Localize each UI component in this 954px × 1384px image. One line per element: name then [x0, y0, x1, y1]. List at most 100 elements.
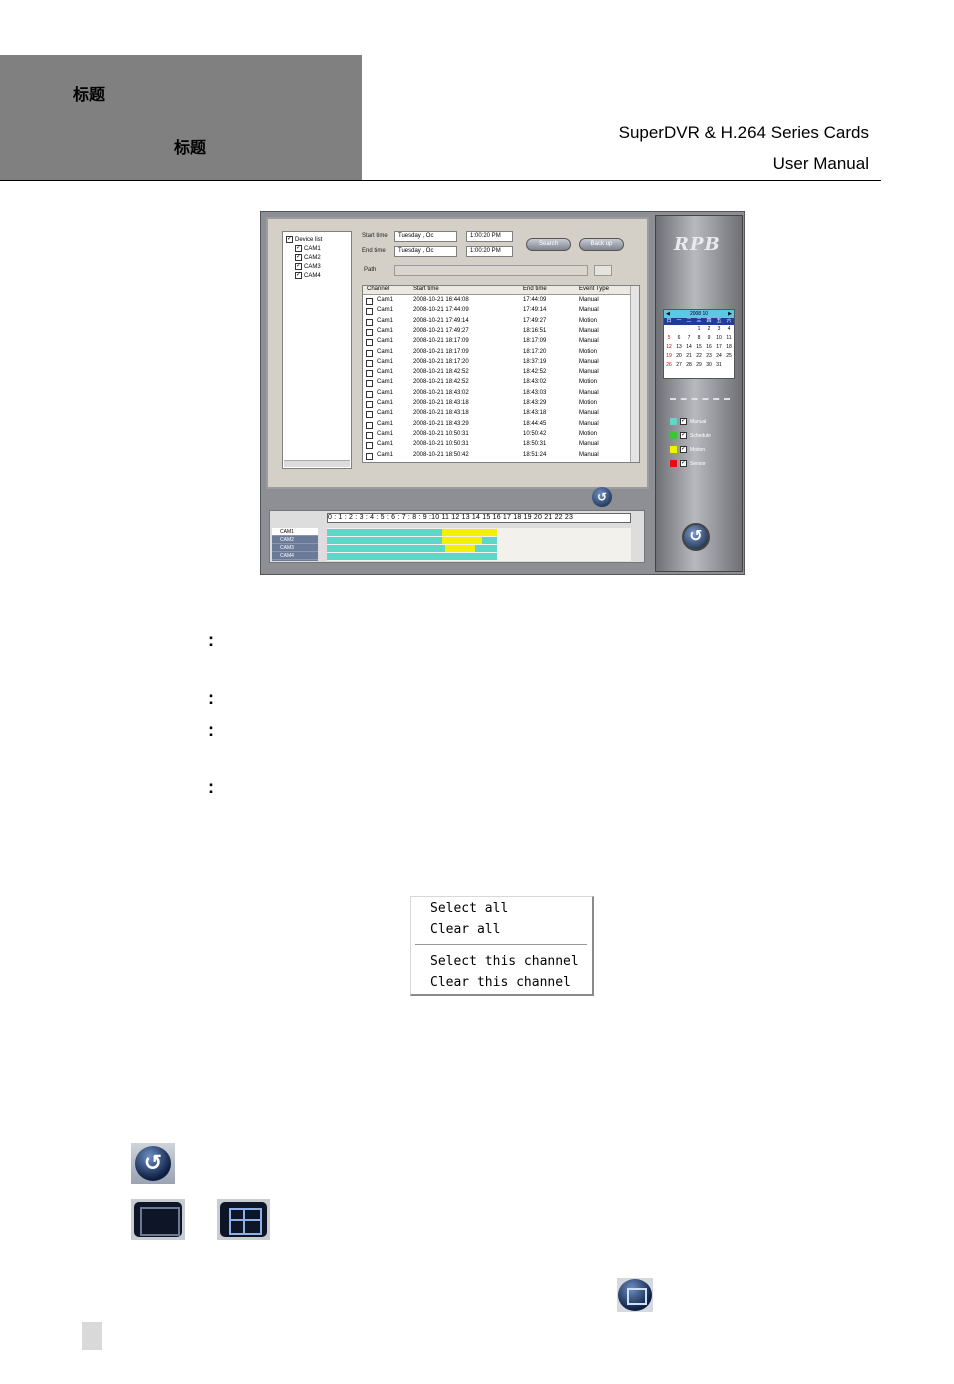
- checkbox-icon[interactable]: [366, 339, 373, 347]
- calendar-day[interactable]: 31: [714, 361, 724, 370]
- end-date-select[interactable]: Tuesday , Oc: [394, 246, 457, 257]
- quad-screen-icon[interactable]: [217, 1199, 270, 1240]
- calendar-day[interactable]: 6: [674, 334, 684, 343]
- calendar-day[interactable]: 16: [704, 343, 714, 352]
- calendar-day[interactable]: 25: [724, 352, 734, 361]
- checkbox-icon[interactable]: [366, 349, 373, 357]
- table-row[interactable]: Cam1 2008-10-21 18:17:09 18:17:09 Manual: [363, 338, 631, 348]
- checkbox-icon[interactable]: [366, 452, 373, 460]
- end-time-spinner[interactable]: 1:00:20 PM: [466, 246, 513, 257]
- backup-button[interactable]: Back up: [579, 238, 624, 251]
- checkbox-icon[interactable]: [366, 308, 373, 316]
- calendar-days[interactable]: 1 2 3 4 5 6 7 8 9 10 11 12 13 14 15 16 17 18 19 20 21 22 23 24 2…: [664, 325, 734, 370]
- fullscreen-icon[interactable]: [617, 1278, 653, 1312]
- column-header[interactable]: End time: [523, 286, 547, 292]
- checkbox-icon[interactable]: [366, 411, 373, 419]
- next-month-icon[interactable]: ▶: [728, 310, 732, 318]
- checkbox-icon[interactable]: [366, 442, 373, 450]
- calendar-day[interactable]: 19: [664, 352, 674, 361]
- calendar-day[interactable]: 1: [694, 325, 704, 334]
- table-row[interactable]: Cam1 2008-10-21 10:50:31 18:50:31 Manual: [363, 441, 631, 451]
- device-tree-item[interactable]: ✓ CAM4: [295, 272, 321, 279]
- checkbox-icon[interactable]: [366, 328, 373, 336]
- device-tree[interactable]: ✓ Device list ✓ CAM1 ✓ CAM2 ✓ CAM3 ✓ CAM…: [282, 231, 352, 469]
- checkbox-icon[interactable]: ✓: [286, 236, 293, 243]
- calendar-day[interactable]: 30: [704, 361, 714, 370]
- checkbox-icon[interactable]: ✓: [680, 460, 687, 467]
- calendar-day[interactable]: 15: [694, 343, 704, 352]
- table-row[interactable]: Cam1 2008-10-21 18:42:52 18:43:02 Motion: [363, 379, 631, 389]
- return-button[interactable]: ↺: [592, 487, 612, 507]
- calendar-day[interactable]: 17: [714, 343, 724, 352]
- prev-month-icon[interactable]: ◀: [666, 310, 670, 318]
- checkbox-icon[interactable]: ✓: [295, 245, 302, 252]
- calendar-day[interactable]: 20: [674, 352, 684, 361]
- start-date-select[interactable]: Tuesday , Oc: [394, 231, 457, 242]
- calendar[interactable]: ◀ 2008 10 ▶ 日一二三四五六 1 2 3 4 5 6 7 8 9 10 11 12 13 14 1…: [663, 309, 735, 379]
- timeline-channel[interactable]: CAM4: [272, 552, 318, 560]
- device-tree-root[interactable]: ✓ Device list: [286, 236, 322, 243]
- calendar-day[interactable]: 24: [714, 352, 724, 361]
- calendar-day[interactable]: 11: [724, 334, 734, 343]
- path-input[interactable]: [394, 265, 588, 276]
- table-row[interactable]: Cam1 2008-10-21 16:44:08 17:44:09 Manual: [363, 297, 631, 307]
- calendar-day[interactable]: 12: [664, 343, 674, 352]
- calendar-day[interactable]: 22: [694, 352, 704, 361]
- exit-playback-button[interactable]: ↺: [682, 523, 710, 551]
- calendar-day[interactable]: 28: [684, 361, 694, 370]
- checkbox-icon[interactable]: [366, 431, 373, 439]
- calendar-day[interactable]: 10: [714, 334, 724, 343]
- checkbox-icon[interactable]: ✓: [680, 432, 687, 439]
- calendar-day[interactable]: 7: [684, 334, 694, 343]
- calendar-day[interactable]: 18: [724, 343, 734, 352]
- device-tree-item[interactable]: ✓ CAM1: [295, 245, 321, 252]
- menu-item-select-channel[interactable]: Select this channel: [430, 954, 579, 969]
- column-header[interactable]: Start time: [413, 286, 439, 292]
- calendar-day[interactable]: 27: [674, 361, 684, 370]
- device-tree-item[interactable]: ✓ CAM3: [295, 263, 321, 270]
- single-screen-icon[interactable]: [131, 1199, 185, 1240]
- calendar-day[interactable]: 23: [704, 352, 714, 361]
- calendar-day[interactable]: 13: [674, 343, 684, 352]
- checkbox-icon[interactable]: [366, 370, 373, 378]
- table-row[interactable]: Cam1 2008-10-21 18:43:18 18:43:18 Manual: [363, 410, 631, 420]
- calendar-day[interactable]: 4: [724, 325, 734, 334]
- timeline-channel[interactable]: CAM3: [272, 544, 318, 552]
- vertical-scrollbar[interactable]: [630, 286, 639, 462]
- calendar-day[interactable]: 8: [694, 334, 704, 343]
- table-row[interactable]: Cam1 2008-10-21 18:43:02 18:43:03 Manual: [363, 390, 631, 400]
- calendar-day[interactable]: 2: [704, 325, 714, 334]
- timeline-bars[interactable]: [327, 528, 631, 561]
- path-browse-button[interactable]: [594, 265, 612, 276]
- table-row[interactable]: Cam1 2008-10-21 17:49:27 18:16:51 Manual: [363, 328, 631, 338]
- checkbox-icon[interactable]: ✓: [680, 446, 687, 453]
- table-row[interactable]: Cam1 2008-10-21 18:42:52 18:42:52 Manual: [363, 369, 631, 379]
- calendar-day[interactable]: 29: [694, 361, 704, 370]
- table-row[interactable]: Cam1 2008-10-21 18:43:18 18:43:29 Motion: [363, 400, 631, 410]
- search-button[interactable]: Search: [526, 238, 571, 251]
- menu-item-clear-all[interactable]: Clear all: [430, 922, 500, 937]
- timeline-channel[interactable]: CAM2: [272, 536, 318, 544]
- calendar-day[interactable]: 14: [684, 343, 694, 352]
- menu-item-select-all[interactable]: Select all: [430, 901, 508, 916]
- calendar-day[interactable]: 9: [704, 334, 714, 343]
- horizontal-scrollbar[interactable]: [284, 460, 350, 467]
- checkbox-icon[interactable]: [366, 421, 373, 429]
- checkbox-icon[interactable]: [366, 298, 373, 305]
- device-tree-item[interactable]: ✓ CAM2: [295, 254, 321, 261]
- checkbox-icon[interactable]: [366, 401, 373, 408]
- start-time-spinner[interactable]: 1:00:20 PM: [466, 231, 513, 242]
- table-row[interactable]: Cam1 2008-10-21 10:50:31 10:50:42 Motion: [363, 431, 631, 441]
- column-header[interactable]: Event Type: [579, 286, 609, 292]
- table-row[interactable]: Cam1 2008-10-21 18:17:20 18:37:19 Manual: [363, 359, 631, 369]
- calendar-day[interactable]: 5: [664, 334, 674, 343]
- calendar-day[interactable]: 21: [684, 352, 694, 361]
- checkbox-icon[interactable]: [366, 390, 373, 398]
- checkbox-icon[interactable]: ✓: [680, 418, 687, 425]
- checkbox-icon[interactable]: [366, 359, 373, 367]
- calendar-day[interactable]: 26: [664, 361, 674, 370]
- checkbox-icon[interactable]: ✓: [295, 254, 302, 261]
- table-row[interactable]: Cam1 2008-10-21 18:43:29 18:44:45 Manual: [363, 421, 631, 431]
- timeline-channel[interactable]: CAM1: [272, 528, 318, 536]
- table-row[interactable]: Cam1 2008-10-21 18:50:42 18:51:24 Manual: [363, 452, 631, 462]
